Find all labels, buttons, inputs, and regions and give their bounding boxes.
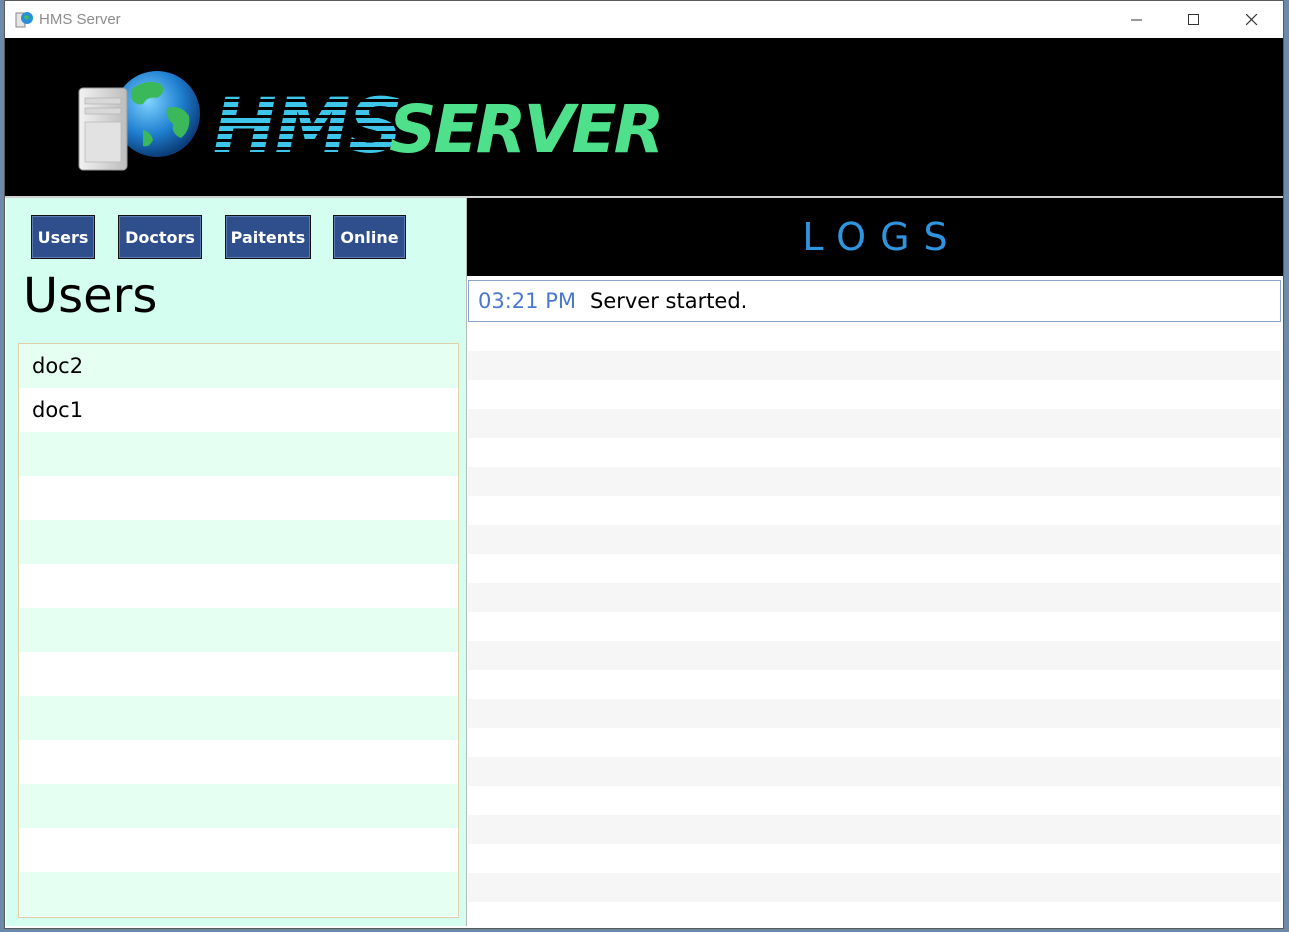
list-item bbox=[19, 476, 458, 520]
logs-panel: LOGS 03:21 PM Server started. bbox=[466, 198, 1283, 926]
close-icon bbox=[1246, 14, 1258, 26]
users-button[interactable]: Users bbox=[31, 215, 95, 259]
maximize-icon bbox=[1188, 14, 1199, 25]
list-item bbox=[19, 564, 458, 608]
hms-server-logo: HMS SERVER bbox=[213, 86, 664, 166]
log-row-empty bbox=[468, 844, 1281, 873]
list-item bbox=[19, 828, 458, 872]
list-item[interactable]: doc1 bbox=[19, 388, 458, 432]
log-row-empty bbox=[468, 525, 1281, 554]
close-button[interactable] bbox=[1229, 1, 1275, 38]
list-item[interactable]: doc2 bbox=[19, 344, 458, 388]
list-item bbox=[19, 872, 458, 916]
list-item bbox=[19, 432, 458, 476]
list-item bbox=[19, 520, 458, 564]
header-banner: HMS SERVER bbox=[5, 38, 1283, 196]
app-icon bbox=[15, 12, 33, 28]
maximize-button[interactable] bbox=[1171, 1, 1217, 38]
list-item bbox=[19, 696, 458, 740]
list-item bbox=[19, 608, 458, 652]
doctors-button[interactable]: Doctors bbox=[118, 215, 202, 259]
window-title: HMS Server bbox=[39, 11, 121, 28]
users-panel: Users Doctors Paitents Online Users doc2… bbox=[6, 198, 466, 926]
list-item bbox=[19, 652, 458, 696]
logo-server-text: SERVER bbox=[389, 91, 661, 166]
log-row-empty bbox=[468, 757, 1281, 786]
panel-title: Users bbox=[23, 268, 158, 324]
log-row-empty bbox=[468, 322, 1281, 351]
user-list[interactable]: doc2 doc1 bbox=[18, 343, 459, 918]
app-window: HMS Server HMS SERVER Users Doctors Pait… bbox=[4, 0, 1284, 929]
log-row-empty bbox=[468, 351, 1281, 380]
title-bar[interactable]: HMS Server bbox=[5, 1, 1283, 38]
minimize-button[interactable] bbox=[1114, 1, 1160, 38]
log-row-empty bbox=[468, 873, 1281, 902]
paitents-button[interactable]: Paitents bbox=[225, 215, 311, 259]
minimize-icon bbox=[1131, 19, 1142, 21]
log-entry[interactable]: 03:21 PM Server started. bbox=[468, 280, 1281, 322]
server-globe-icon bbox=[78, 71, 200, 171]
log-list[interactable]: 03:21 PM Server started. bbox=[468, 280, 1281, 925]
log-row-empty bbox=[468, 438, 1281, 467]
log-row-empty bbox=[468, 641, 1281, 670]
log-row-empty bbox=[468, 380, 1281, 409]
logo-hms-text: HMS bbox=[213, 86, 401, 166]
log-row-empty bbox=[468, 467, 1281, 496]
log-row-empty bbox=[468, 612, 1281, 641]
log-row-empty bbox=[468, 583, 1281, 612]
log-row-empty bbox=[468, 902, 1281, 925]
online-button[interactable]: Online bbox=[333, 215, 406, 259]
log-row-empty bbox=[468, 728, 1281, 757]
log-row-empty bbox=[468, 670, 1281, 699]
log-row-empty bbox=[468, 554, 1281, 583]
list-item bbox=[19, 784, 458, 828]
log-row-empty bbox=[468, 699, 1281, 728]
log-row-empty bbox=[468, 815, 1281, 844]
logs-title: LOGS bbox=[802, 215, 962, 259]
log-row-empty bbox=[468, 496, 1281, 525]
logs-header: LOGS bbox=[467, 198, 1283, 276]
log-row-empty bbox=[468, 786, 1281, 815]
log-timestamp: 03:21 PM bbox=[478, 289, 576, 313]
log-row-empty bbox=[468, 409, 1281, 438]
list-item bbox=[19, 740, 458, 784]
log-message: Server started. bbox=[589, 289, 748, 313]
